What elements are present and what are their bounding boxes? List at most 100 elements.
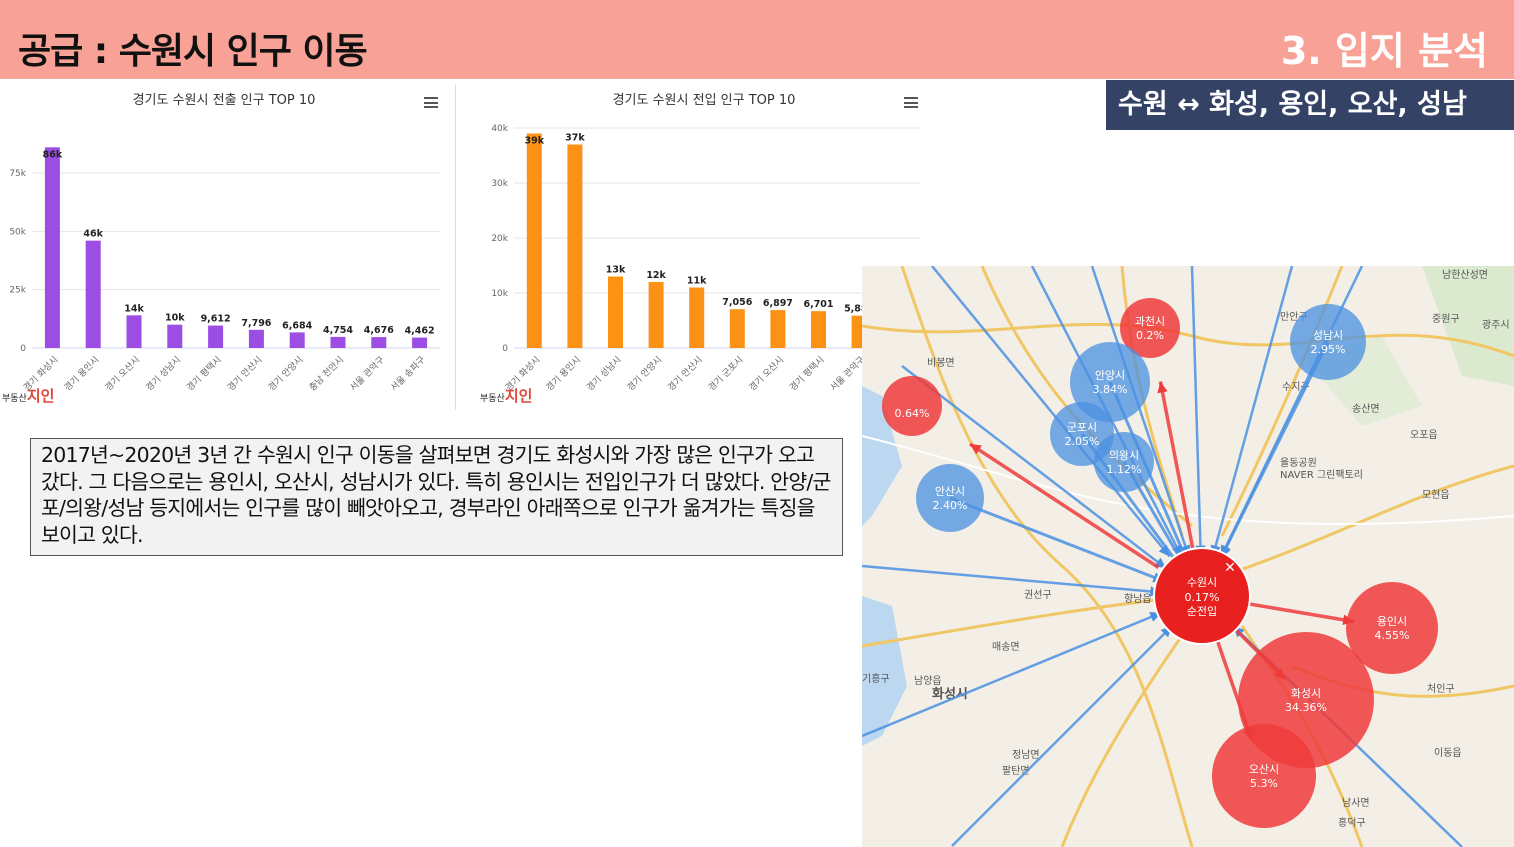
flow-arrow (862, 564, 1162, 594)
y-tick-label: 0 (502, 344, 508, 354)
bar (412, 337, 428, 348)
bar (567, 144, 583, 348)
place-label: 권선구 (1024, 589, 1052, 601)
page-title: 공급 : 수원시 인구 이동 (18, 31, 368, 72)
bubble-value: 0.64% (895, 407, 930, 420)
bubble-value: 2.40% (933, 499, 968, 512)
data-label: 11k (687, 276, 707, 287)
center-note: 순전입 (1187, 605, 1217, 618)
bubble-name: 용인시 (1377, 615, 1407, 628)
section-title: 3. 입지 분석 (1280, 29, 1488, 73)
bubble-name: 오산시 (1249, 763, 1279, 776)
flow-arrow (1158, 381, 1196, 557)
data-label: 6,701 (803, 299, 833, 310)
x-tick-label: 경기 용인시 (62, 354, 102, 394)
data-label: 10k (165, 313, 185, 324)
place-label: 광주시 (1482, 319, 1510, 331)
x-tick-label: 경기 안양시 (266, 354, 306, 394)
region-bubble (882, 376, 942, 436)
bar (526, 133, 542, 348)
bubble-value: 2.95% (1311, 343, 1346, 356)
place-label: 흥덕구 (1338, 816, 1366, 829)
close-icon[interactable]: ✕ (1224, 560, 1236, 576)
flow-arrow (1190, 266, 1203, 557)
chart-menu-icon[interactable] (424, 97, 438, 108)
region-bubble (1094, 432, 1154, 492)
chart-title: 경기도 수원시 전입 인구 TOP 10 (613, 93, 796, 108)
bubble-value: 5.3% (1250, 777, 1278, 790)
bubble-value: 2.05% (1065, 435, 1100, 448)
y-tick-label: 50k (9, 227, 26, 237)
place-label: 처인구 (1427, 683, 1455, 695)
chart-title: 경기도 수원시 전출 인구 TOP 10 (133, 93, 316, 108)
bar (126, 315, 142, 348)
place-label: 남한산성면 (1442, 269, 1488, 281)
bar (167, 324, 183, 348)
x-tick-label: 경기 안산시 (665, 354, 705, 394)
chart-divider (455, 84, 456, 410)
y-tick-label: 40k (491, 124, 508, 134)
bubble-name: 안양시 (1095, 369, 1125, 382)
road (862, 322, 1514, 358)
x-tick-label: 경기 평택시 (184, 354, 224, 394)
place-label: 매송면 (992, 641, 1020, 653)
bubble-value: 3.84% (1093, 383, 1128, 396)
place-label: 율동공원 (1280, 457, 1317, 469)
region-bubble (1290, 304, 1366, 380)
y-tick-label: 75k (9, 169, 26, 179)
x-tick-label: 서울 관악구 (347, 354, 387, 394)
bar (208, 325, 224, 348)
y-tick-label: 30k (491, 179, 508, 189)
bar (44, 147, 60, 348)
flow-arrow (862, 611, 1162, 738)
bar (371, 337, 387, 348)
bar (289, 332, 305, 348)
region-bubble (916, 464, 984, 532)
chart-menu-icon[interactable] (904, 97, 918, 108)
bubble-value: 4.55% (1375, 629, 1410, 642)
x-tick-label: 경기 평택시 (787, 354, 827, 394)
x-tick-label: 경기 안양시 (624, 354, 664, 394)
data-label: 46k (83, 229, 103, 240)
data-label: 37k (565, 133, 585, 144)
data-label: 14k (124, 303, 144, 314)
inflow-chart: 경기도 수원시 전입 인구 TOP 10 0 10k 20k 30k 40k 39k 경기 화… (474, 80, 926, 410)
data-label: 6,684 (282, 320, 312, 331)
place-label: 기흥구 (862, 672, 890, 685)
y-tick-label: 20k (491, 234, 508, 244)
data-label: 86k (43, 149, 63, 160)
data-label: 9,612 (201, 314, 231, 325)
x-tick-label: 경기 오산시 (102, 354, 142, 394)
flow-arrow (951, 625, 1173, 847)
place-label: 송산면 (1352, 403, 1380, 415)
place-label: 모현읍 (1422, 489, 1450, 501)
bar (248, 329, 264, 348)
data-label: 39k (525, 136, 545, 147)
data-label: 7,796 (241, 318, 271, 329)
outflow-chart: 경기도 수원시 전출 인구 TOP 10 0 25k 50k 75k 86k 경기 화성시 4… (0, 80, 455, 410)
place-label: 정남면 (1012, 749, 1040, 761)
place-label: 향남읍 (1124, 593, 1152, 605)
bar (648, 282, 664, 348)
header-bar: 공급 : 수원시 인구 이동 3. 입지 분석 (0, 0, 1514, 79)
region-bubble (1212, 724, 1316, 828)
center-value: 0.17% (1185, 591, 1220, 604)
data-label: 4,754 (323, 325, 353, 336)
x-tick-label: 경기 오산시 (746, 354, 786, 394)
place-label: 남사면 (1342, 797, 1370, 809)
center-name: 수원시 (1187, 576, 1217, 589)
bar (608, 276, 623, 348)
bar (729, 309, 745, 348)
x-tick-label: 경기 안산시 (225, 354, 265, 394)
x-tick-label: 경기 용인시 (543, 354, 583, 394)
bubble-value: 1.12% (1107, 463, 1142, 476)
migration-map[interactable]: 남한산성면 중원구 광주시 오포읍 모현읍 처인구 이동읍 남사면 화성시 남양읍 정남면 팔탄면 향남… (862, 266, 1514, 847)
data-label: 7,056 (722, 297, 752, 308)
bubble-name: 화성시 (1291, 687, 1321, 700)
place-label: 중원구 (1432, 313, 1460, 325)
bar (689, 287, 705, 348)
bubble-value: 0.2% (1136, 329, 1164, 342)
x-tick-label: 경기 성남시 (143, 354, 183, 394)
bubble-name: 과천시 (1135, 314, 1165, 328)
x-tick-label: 경기 군포시 (706, 354, 746, 394)
